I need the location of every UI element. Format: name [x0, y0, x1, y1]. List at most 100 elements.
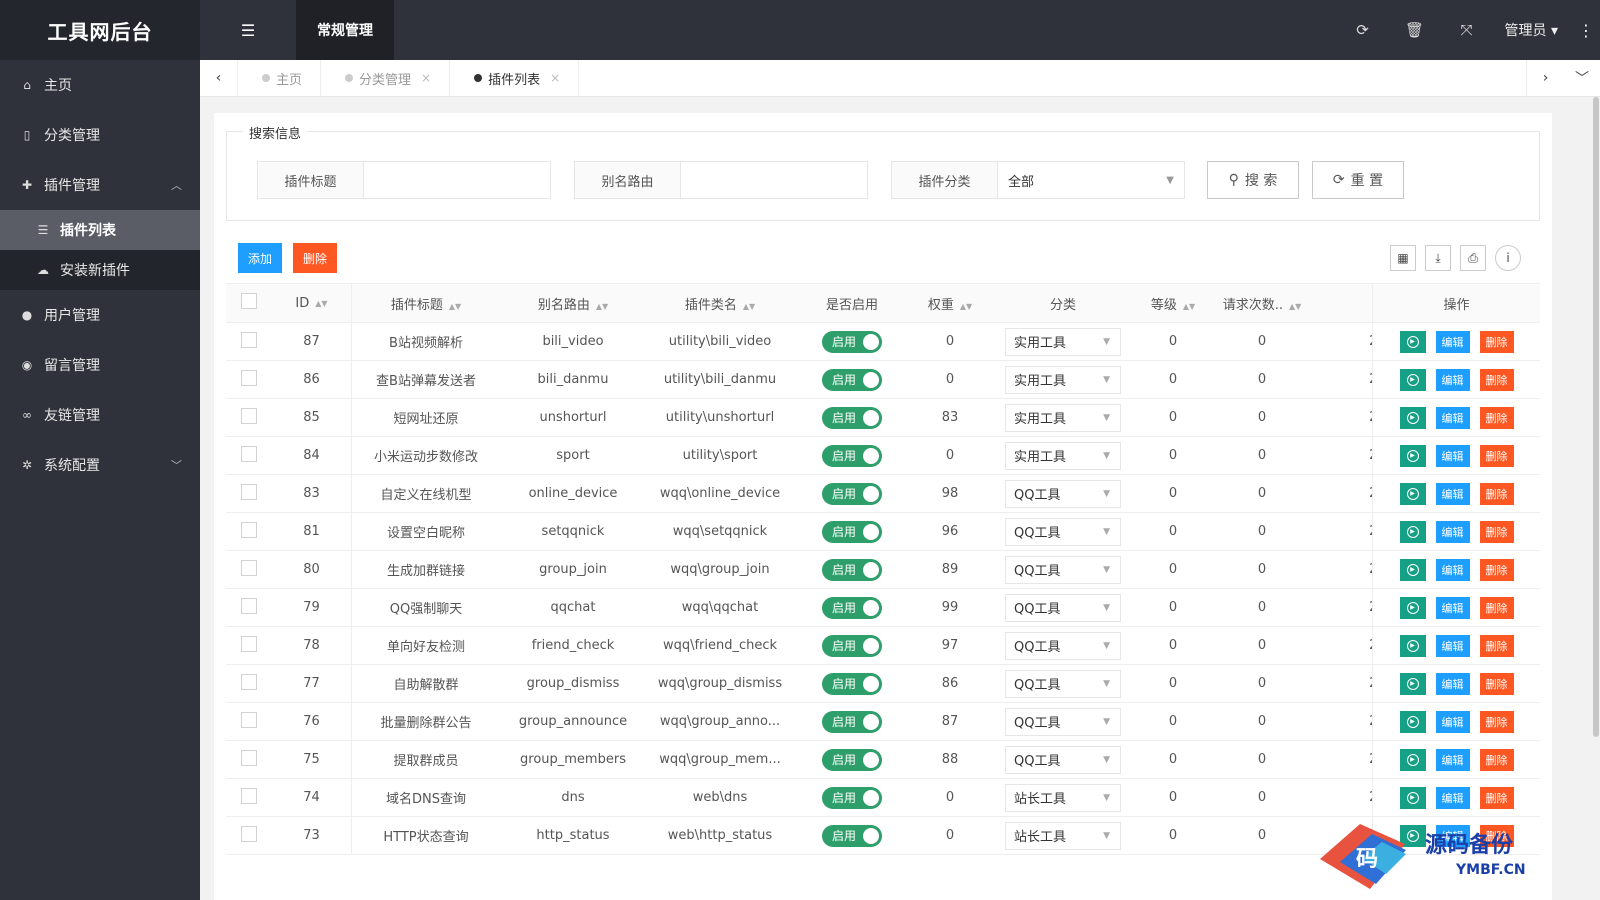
category-row-select[interactable]: QQ工具 ▼ [1005, 555, 1121, 584]
category-row-select[interactable]: QQ工具 ▼ [1005, 669, 1121, 698]
header-class[interactable]: 插件类名 ▲▼ [646, 294, 794, 313]
enable-switch[interactable]: 启用 [822, 558, 882, 581]
edit-button[interactable]: 编辑 [1435, 596, 1470, 619]
row-delete-button[interactable]: 删除 [1479, 406, 1514, 429]
run-button[interactable]: ▶ [1399, 748, 1426, 771]
app-logo[interactable]: 工具网后台 [0, 0, 200, 60]
category-row-select[interactable]: QQ工具 ▼ [1005, 479, 1121, 508]
print-icon[interactable]: ⎙ [1460, 245, 1486, 271]
edit-button[interactable]: 编辑 [1435, 330, 1470, 353]
columns-icon[interactable]: ▦ [1390, 245, 1416, 271]
row-delete-button[interactable]: 删除 [1479, 520, 1514, 543]
row-checkbox[interactable] [241, 369, 257, 386]
row-checkbox[interactable] [241, 597, 257, 614]
run-button[interactable]: ▶ [1399, 558, 1426, 581]
delete-button[interactable]: 删除 [293, 243, 338, 273]
category-row-select[interactable]: 实用工具 ▼ [1005, 365, 1121, 394]
row-checkbox[interactable] [241, 635, 257, 652]
run-button[interactable]: ▶ [1399, 406, 1426, 429]
sidebar-item-plugin-list[interactable]: ☰ 插件列表 [0, 210, 200, 250]
row-delete-button[interactable]: 删除 [1479, 330, 1514, 353]
edit-button[interactable]: 编辑 [1435, 672, 1470, 695]
tab-category[interactable]: 分类管理 × [321, 60, 451, 96]
enable-switch[interactable]: 启用 [822, 786, 882, 809]
row-checkbox[interactable] [241, 445, 257, 462]
edit-button[interactable]: 编辑 [1435, 558, 1470, 581]
row-delete-button[interactable]: 删除 [1479, 634, 1514, 657]
row-checkbox[interactable] [241, 749, 257, 766]
trash-icon[interactable]: 🗑 [1389, 21, 1441, 39]
tab-home[interactable]: 主页 [238, 60, 322, 96]
run-button[interactable]: ▶ [1399, 444, 1426, 467]
menu-toggle-icon[interactable]: ☰ [200, 0, 296, 60]
sidebar-item-settings[interactable]: ✲ 系统配置 ﹀ [0, 440, 200, 490]
row-delete-button[interactable]: 删除 [1479, 596, 1514, 619]
category-select[interactable]: 全部 ▼ [998, 162, 1184, 198]
header-level[interactable]: 等级 ▲▼ [1136, 294, 1210, 313]
category-row-select[interactable]: QQ工具 ▼ [1005, 593, 1121, 622]
category-row-select[interactable]: 实用工具 ▼ [1005, 327, 1121, 356]
row-checkbox[interactable] [241, 521, 257, 538]
tabs-scroll-left-icon[interactable]: ‹ [200, 60, 238, 96]
category-row-select[interactable]: 实用工具 ▼ [1005, 403, 1121, 432]
edit-button[interactable]: 编辑 [1435, 482, 1470, 505]
enable-switch[interactable]: 启用 [822, 368, 882, 391]
category-row-select[interactable]: QQ工具 ▼ [1005, 707, 1121, 736]
close-icon[interactable]: × [550, 71, 560, 85]
row-checkbox[interactable] [241, 407, 257, 424]
add-button[interactable]: 添加 [238, 243, 283, 273]
row-checkbox[interactable] [241, 483, 257, 500]
sidebar-item-links[interactable]: ∞ 友链管理 [0, 390, 200, 440]
edit-button[interactable]: 编辑 [1435, 748, 1470, 771]
run-button[interactable]: ▶ [1399, 368, 1426, 391]
alias-search-input[interactable] [681, 162, 867, 198]
run-button[interactable]: ▶ [1399, 672, 1426, 695]
header-requests[interactable]: 请求次数.. ▲▼ [1210, 294, 1314, 313]
reset-button[interactable]: ⟳ 重 置 [1312, 161, 1404, 199]
row-checkbox[interactable] [241, 559, 257, 576]
refresh-icon[interactable]: ⟳ [1337, 21, 1389, 39]
category-row-select[interactable]: 实用工具 ▼ [1005, 441, 1121, 470]
run-button[interactable]: ▶ [1399, 710, 1426, 733]
search-button[interactable]: ⚲ 搜 索 [1207, 161, 1299, 199]
row-delete-button[interactable]: 删除 [1479, 444, 1514, 467]
enable-switch[interactable]: 启用 [822, 330, 882, 353]
row-delete-button[interactable]: 删除 [1479, 558, 1514, 581]
category-row-select[interactable]: QQ工具 ▼ [1005, 745, 1121, 774]
enable-switch[interactable]: 启用 [822, 444, 882, 467]
edit-button[interactable]: 编辑 [1435, 406, 1470, 429]
row-checkbox[interactable] [241, 711, 257, 728]
edit-button[interactable]: 编辑 [1435, 710, 1470, 733]
enable-switch[interactable]: 启用 [822, 634, 882, 657]
row-delete-button[interactable]: 删除 [1479, 786, 1514, 809]
run-button[interactable]: ▶ [1399, 634, 1426, 657]
header-title[interactable]: 插件标题 ▲▼ [352, 294, 500, 313]
sidebar-item-users[interactable]: ● 用户管理 [0, 290, 200, 340]
run-button[interactable]: ▶ [1399, 482, 1426, 505]
enable-switch[interactable]: 启用 [822, 482, 882, 505]
info-icon[interactable]: i [1495, 245, 1521, 271]
edit-button[interactable]: 编辑 [1435, 444, 1470, 467]
more-vertical-icon[interactable]: ⋮ [1572, 21, 1600, 40]
enable-switch[interactable]: 启用 [822, 824, 882, 847]
category-row-select[interactable]: 站长工具 ▼ [1005, 783, 1121, 812]
fullscreen-icon[interactable]: ⤧ [1441, 21, 1493, 39]
sidebar-item-home[interactable]: ⌂ 主页 [0, 60, 200, 110]
header-alias[interactable]: 别名路由 ▲▼ [500, 294, 646, 313]
enable-switch[interactable]: 启用 [822, 710, 882, 733]
row-delete-button[interactable]: 删除 [1479, 710, 1514, 733]
row-checkbox[interactable] [241, 331, 257, 348]
select-all-checkbox[interactable] [241, 293, 257, 309]
row-delete-button[interactable]: 删除 [1479, 748, 1514, 771]
sidebar-item-plugins[interactable]: ✚ 插件管理 ︿ [0, 160, 200, 210]
tabs-dropdown-icon[interactable]: ﹀ [1564, 60, 1600, 96]
tabs-scroll-right-icon[interactable]: › [1526, 60, 1564, 96]
enable-switch[interactable]: 启用 [822, 672, 882, 695]
row-delete-button[interactable]: 删除 [1479, 368, 1514, 391]
top-tab-general[interactable]: 常规管理 [296, 0, 394, 60]
sidebar-item-messages[interactable]: ◉ 留言管理 [0, 340, 200, 390]
row-checkbox[interactable] [241, 673, 257, 690]
enable-switch[interactable]: 启用 [822, 406, 882, 429]
header-id[interactable]: ID ▲▼ [272, 284, 352, 322]
edit-button[interactable]: 编辑 [1435, 520, 1470, 543]
